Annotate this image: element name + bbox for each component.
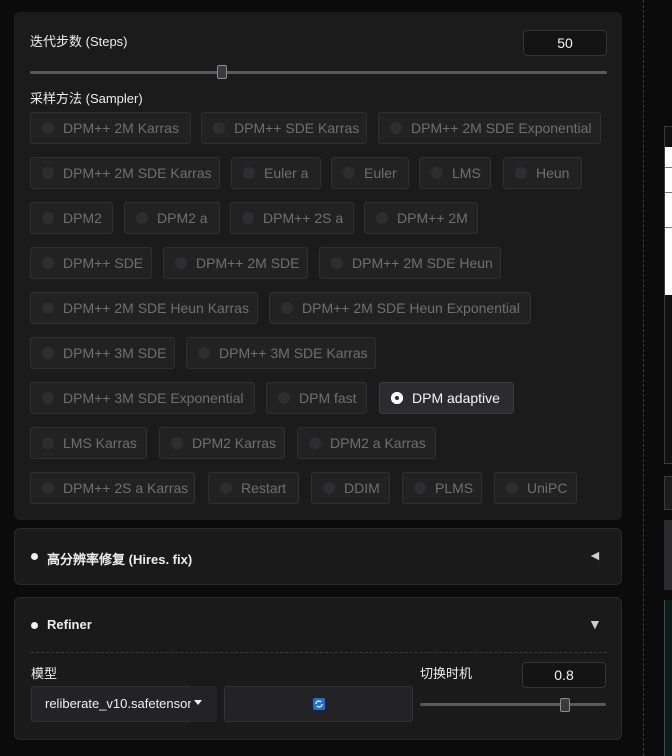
switch-at-slider-thumb[interactable] [560,698,570,712]
radio-circle-icon [42,212,54,224]
radio-circle-icon [376,212,388,224]
radio-circle-icon [42,347,54,359]
sampler-option[interactable]: DPM++ 2M SDE Heun Exponential [269,292,531,324]
sampler-option[interactable]: Euler [331,157,409,189]
sampler-label: 采样方法 (Sampler) [30,91,143,106]
right-panel-edge [664,126,672,464]
right-panel-edge-4 [664,600,672,756]
sampler-option[interactable]: DPM++ SDE [30,247,152,279]
dropdown-caret-icon[interactable] [194,700,202,705]
sampler-option[interactable]: DPM++ 2S a [230,202,354,234]
steps-slider-thumb[interactable] [217,65,227,79]
sampler-option[interactable]: DPM2 Karras [159,427,285,459]
switch-at-input[interactable]: 0.8 [522,662,606,688]
refiner-title[interactable]: Refiner [47,617,92,632]
refiner-divider [31,652,607,653]
radio-selected-icon [391,392,403,404]
steps-input[interactable]: 50 [523,30,607,56]
sampler-option[interactable]: DPM++ 2S a Karras [30,472,195,504]
sampler-option[interactable]: DPM2 a [124,202,220,234]
sampler-option[interactable]: DPM++ 3M SDE [30,337,175,369]
right-panel-edge-2 [664,476,672,510]
sampler-option[interactable]: DPM2 a Karras [297,427,436,459]
radio-circle-icon [506,482,518,494]
sampler-option[interactable]: UniPC [494,472,577,504]
radio-circle-icon [278,392,290,404]
radio-circle-icon [220,482,232,494]
radio-circle-icon [281,302,293,314]
sampler-option[interactable]: PLMS [402,472,482,504]
sampler-option[interactable]: Euler a [231,157,321,189]
radio-circle-icon [213,122,225,134]
radio-circle-icon [175,257,187,269]
model-label: 模型 [31,666,58,681]
radio-circle-icon [323,482,335,494]
radio-circle-icon [198,347,210,359]
collapse-left-arrow-icon[interactable]: ◄ [588,547,602,563]
radio-circle-icon [42,437,54,449]
sampler-option[interactable]: DPM++ 3M SDE Exponential [30,382,255,414]
sampler-option[interactable]: Heun [503,157,582,189]
radio-circle-icon [42,167,54,179]
radio-circle-icon [42,302,54,314]
radio-circle-icon [42,122,54,134]
radio-circle-icon [171,437,183,449]
hires-fix-title: 高分辨率修复 (Hires. fix) [47,552,193,567]
steps-label: 迭代步数 (Steps) [30,34,128,49]
radio-circle-icon [242,212,254,224]
radio-circle-icon [431,167,443,179]
radio-circle-icon [515,167,527,179]
sampler-option[interactable]: DPM++ 3M SDE Karras [186,337,376,369]
bullet-icon [31,553,38,560]
sampler-option[interactable]: DPM2 [30,202,113,234]
sampler-option[interactable]: DPM++ 2M SDE [163,247,308,279]
radio-circle-icon [42,482,54,494]
sampler-option[interactable]: DPM++ 2M [364,202,478,234]
radio-circle-icon [42,257,54,269]
sampler-option[interactable]: DPM++ SDE Karras [201,112,367,144]
sampler-option[interactable]: DDIM [311,472,390,504]
radio-circle-icon [390,122,402,134]
sampler-option[interactable]: DPM++ 2M SDE Heun [319,247,501,279]
radio-circle-icon [309,437,321,449]
sampler-option[interactable]: DPM++ 2M Karras [30,112,191,144]
expand-down-arrow-icon[interactable]: ▼ [588,616,602,632]
radio-circle-icon [136,212,148,224]
radio-circle-icon [343,167,355,179]
refresh-models-button[interactable] [224,686,413,722]
switch-at-slider-track[interactable] [420,703,606,706]
radio-circle-icon [331,257,343,269]
steps-slider-track[interactable] [30,71,607,74]
sampler-option[interactable]: DPM++ 2M SDE Karras [30,157,220,189]
sampler-option[interactable]: DPM fast [266,382,367,414]
sampler-option[interactable]: LMS Karras [30,427,147,459]
sampler-option[interactable]: DPM++ 2M SDE Exponential [378,112,601,144]
radio-circle-icon [414,482,426,494]
switch-at-label: 切换时机 [420,666,473,681]
sampler-option[interactable]: DPM++ 2M SDE Heun Karras [30,292,258,324]
radio-circle-icon [243,167,255,179]
sampler-option[interactable]: LMS [419,157,491,189]
refresh-icon [313,698,325,710]
sampler-option[interactable]: Restart [208,472,299,504]
bullet-icon [31,622,38,629]
radio-circle-icon [42,392,54,404]
column-divider [643,0,644,756]
sampler-option-selected[interactable]: DPM adaptive [379,382,514,414]
model-select[interactable]: reliberate_v10.safetensors [31,686,217,722]
right-panel-edge-3 [664,520,672,590]
